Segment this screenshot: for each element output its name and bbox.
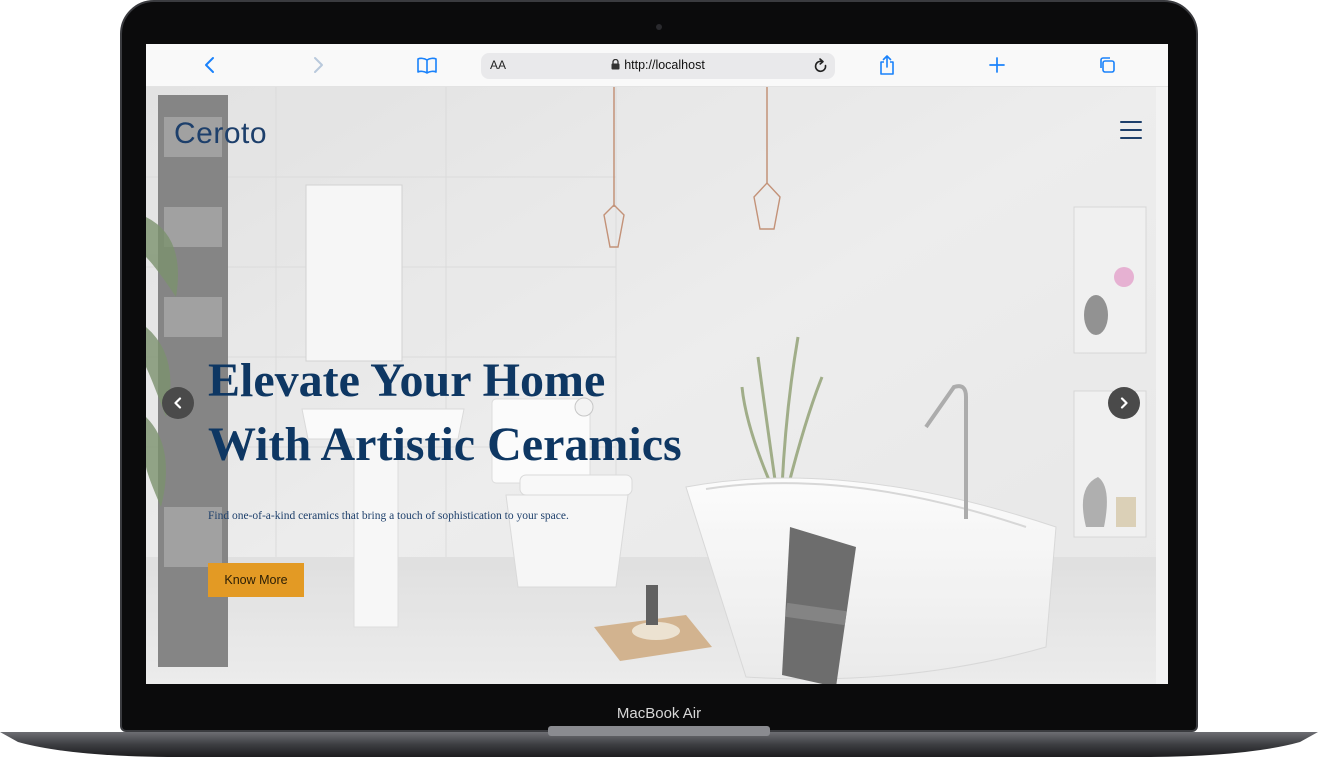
carousel-next-button[interactable] (1108, 387, 1140, 419)
hero-headline: Elevate Your Home With Artistic Ceramics (208, 349, 828, 477)
lock-icon (611, 58, 620, 70)
know-more-button[interactable]: Know More (208, 563, 304, 597)
chevron-right-icon (1120, 397, 1128, 409)
tabs-icon[interactable] (1096, 52, 1118, 78)
page-edge (1156, 87, 1168, 684)
hero-headline-line1: Elevate Your Home (208, 354, 606, 407)
forward-icon[interactable] (308, 52, 330, 78)
hero-subtitle: Find one-of-a-kind ceramics that bring a… (208, 510, 569, 522)
reload-icon[interactable] (813, 56, 829, 81)
new-tab-icon[interactable] (986, 52, 1008, 78)
device-label: MacBook Air (616, 705, 702, 722)
site-logo[interactable]: Ceroto (174, 117, 267, 151)
screen: AA http://localhost Ceroto Elevate Your … (146, 44, 1168, 684)
bookmarks-icon[interactable] (414, 52, 440, 78)
share-icon[interactable] (876, 52, 898, 78)
hero-headline-line2: With Artistic Ceramics (208, 418, 682, 471)
chevron-left-icon (174, 397, 182, 409)
browser-toolbar: AA http://localhost (146, 44, 1168, 87)
back-icon[interactable] (198, 52, 220, 78)
laptop-frame: AA http://localhost Ceroto Elevate Your … (0, 0, 1318, 757)
hero-section: Ceroto Elevate Your Home With Artistic C… (146, 87, 1156, 684)
hamburger-menu-icon[interactable] (1120, 121, 1142, 141)
carousel-prev-button[interactable] (162, 387, 194, 419)
url-text: http://localhost (624, 58, 705, 72)
laptop-base (0, 726, 1318, 757)
camera-icon (656, 24, 662, 30)
url-display: http://localhost (481, 58, 835, 72)
address-bar[interactable]: AA http://localhost (481, 53, 835, 79)
